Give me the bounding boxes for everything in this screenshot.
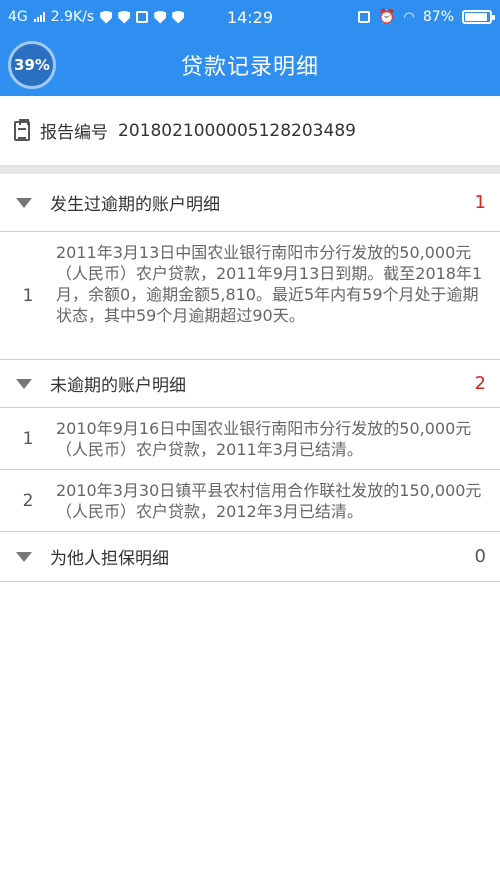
progress-value: 39%	[14, 56, 50, 74]
network-speed: 2.9K/s	[50, 9, 95, 25]
section-count: 0	[474, 546, 486, 567]
clipboard-icon	[14, 118, 30, 141]
record-index: 2	[22, 490, 34, 511]
section-title: 发生过逾期的账户明细	[50, 195, 220, 215]
expand-triangle-icon	[16, 551, 32, 562]
report-number-row: 报告编号 2018021000005128203489	[0, 96, 500, 166]
wifi-icon: ◠	[403, 9, 415, 25]
battery-icon	[462, 10, 495, 24]
lock-icon	[358, 11, 371, 23]
list-item: 2 2010年3月30日镇平县农村信用合作联社发放的150,000元（人民币）农…	[0, 470, 500, 532]
notification-icon	[136, 11, 149, 23]
section-guarantee-header[interactable]: 为他人担保明细 0	[0, 532, 500, 582]
section-divider	[0, 166, 500, 174]
section-count: 2	[474, 373, 486, 394]
section-overdue-header[interactable]: 发生过逾期的账户明细 1	[0, 174, 500, 232]
app-header: 39% 贷款记录明细	[0, 34, 500, 96]
record-index: 1	[22, 428, 34, 449]
record-index: 1	[22, 285, 34, 306]
shield-icon	[172, 10, 185, 24]
alarm-icon: ⏰	[378, 9, 396, 25]
shield-icon	[154, 10, 167, 24]
battery-percent: 87%	[422, 9, 454, 25]
record-text: 2011年3月13日中国农业银行南阳市分行发放的50,000元（人民币）农户贷款…	[56, 243, 483, 325]
record-text: 2010年3月30日镇平县农村信用合作联社发放的150,000元（人民币）农户贷…	[56, 481, 482, 521]
list-item: 1 2011年3月13日中国农业银行南阳市分行发放的50,000元（人民币）农户…	[0, 232, 500, 360]
status-bar: 4G 2.9K/s 14:29 ⏰ ◠ 87%	[0, 0, 500, 34]
network-label: 4G	[8, 9, 28, 25]
section-not-overdue-header[interactable]: 未逾期的账户明细 2	[0, 360, 500, 408]
progress-circle[interactable]: 39%	[8, 41, 56, 89]
report-number: 2018021000005128203489	[118, 120, 356, 141]
section-count: 1	[474, 192, 486, 213]
list-item: 1 2010年9月16日中国农业银行南阳市分行发放的50,000元（人民币）农户…	[0, 408, 500, 470]
page-title: 贷款记录明细	[180, 55, 319, 80]
section-title: 未逾期的账户明细	[50, 376, 186, 396]
expand-triangle-icon	[16, 378, 32, 389]
record-text: 2010年9月16日中国农业银行南阳市分行发放的50,000元（人民币）农户贷款…	[56, 419, 472, 459]
section-title: 为他人担保明细	[50, 549, 169, 569]
expand-triangle-icon	[16, 197, 32, 208]
shield-icon	[100, 10, 113, 24]
shield-icon	[118, 10, 131, 24]
signal-icon	[33, 12, 45, 22]
report-label: 报告编号	[40, 123, 108, 143]
